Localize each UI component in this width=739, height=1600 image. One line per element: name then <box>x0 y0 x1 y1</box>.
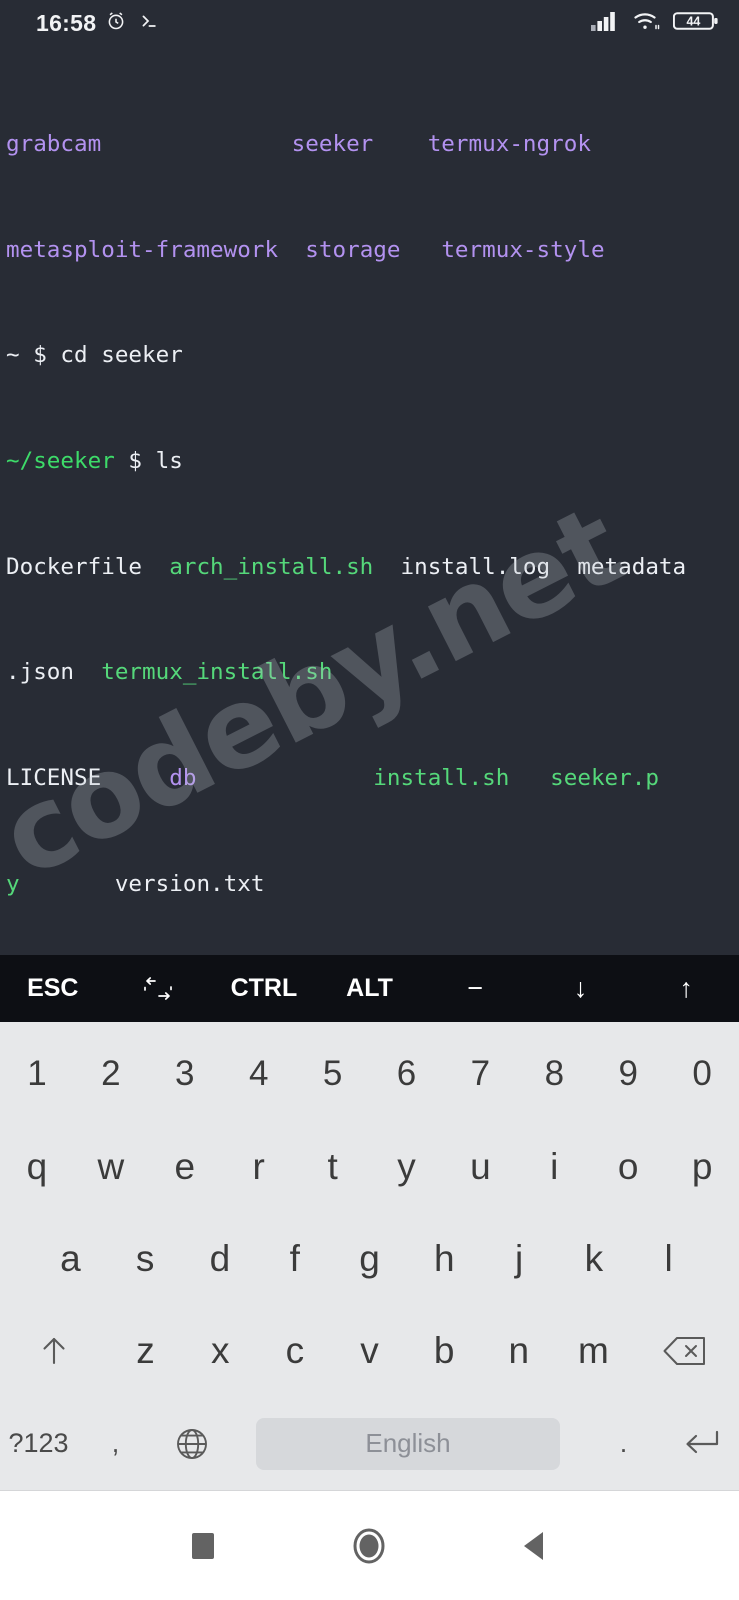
key-9[interactable]: 9 <box>591 1028 665 1120</box>
key-m[interactable]: m <box>556 1305 631 1397</box>
key-u[interactable]: u <box>443 1120 517 1212</box>
android-screen: 16:58 44 grabcam seeker termux-ngrok met… <box>0 0 739 1600</box>
key-x[interactable]: x <box>183 1305 258 1397</box>
key-n[interactable]: n <box>481 1305 556 1397</box>
status-bar-clock: 16:58 <box>36 10 97 36</box>
keyboard-row-zxcv: z x c v b n m <box>0 1305 739 1397</box>
key-4[interactable]: 4 <box>222 1028 296 1120</box>
enter-icon[interactable] <box>662 1398 739 1490</box>
comma-key[interactable]: , <box>77 1398 154 1490</box>
soft-keyboard[interactable]: 1 2 3 4 5 6 7 8 9 0 q w e r t y u i o p … <box>0 1022 739 1490</box>
key-1[interactable]: 1 <box>0 1028 74 1120</box>
battery-level: 44 <box>686 14 700 28</box>
key-j[interactable]: j <box>482 1213 557 1305</box>
globe-icon[interactable] <box>154 1398 231 1490</box>
prompt-path: ~/seeker <box>6 448 115 475</box>
file-termux-install-sh: termux_install.sh <box>101 659 333 686</box>
file-seeker-py-part1: seeker.p <box>550 764 659 791</box>
key-p[interactable]: p <box>665 1120 739 1212</box>
key-c[interactable]: c <box>258 1305 333 1397</box>
status-bar: 16:58 44 <box>0 0 739 47</box>
dir-termux-ngrok: termux-ngrok <box>427 131 591 158</box>
dir-metasploit-framework: metasploit-framework <box>6 236 279 263</box>
key-s[interactable]: s <box>108 1213 183 1305</box>
keyboard-row-bottom: ?123 , English . <box>0 1398 739 1490</box>
file-arch-install-sh: arch_install.sh <box>169 553 374 580</box>
file-seeker-py-part2: y <box>6 870 20 897</box>
period-key[interactable]: . <box>585 1398 662 1490</box>
terminal-line-cmd-ls: ~/seeker $ ls <box>6 448 183 475</box>
symbols-key[interactable]: ?123 <box>0 1398 77 1490</box>
back-triangle-icon[interactable] <box>491 1501 581 1591</box>
backspace-icon[interactable] <box>631 1305 739 1397</box>
keyboard-row-numbers: 1 2 3 4 5 6 7 8 9 0 <box>0 1028 739 1120</box>
key-o[interactable]: o <box>591 1120 665 1212</box>
key-3[interactable]: 3 <box>148 1028 222 1120</box>
key-v[interactable]: v <box>332 1305 407 1397</box>
space-key[interactable]: English <box>231 1398 585 1490</box>
recents-square-icon[interactable] <box>158 1501 248 1591</box>
key-5[interactable]: 5 <box>296 1028 370 1120</box>
terminal-line-cmd-cd: ~ $ cd seeker <box>6 342 733 368</box>
key-2[interactable]: 2 <box>74 1028 148 1120</box>
terminal-line-ls-1: Dockerfile arch_install.sh install.log m… <box>6 553 687 580</box>
key-y[interactable]: y <box>370 1120 444 1212</box>
keyboard-row-asdf: a s d f g h j k l <box>0 1213 739 1305</box>
arrow-down-key[interactable]: ↓ <box>528 955 634 1022</box>
shift-icon[interactable] <box>0 1305 108 1397</box>
key-8[interactable]: 8 <box>517 1028 591 1120</box>
keyboard-row-qwerty: q w e r t y u i o p <box>0 1120 739 1212</box>
terminal-line-ls-2: .json termux_install.sh <box>6 659 333 686</box>
cellular-signal-icon <box>591 9 621 38</box>
status-bar-left: 16:58 <box>36 10 160 37</box>
prompt-home: ~ $ <box>6 342 61 369</box>
key-7[interactable]: 7 <box>443 1028 517 1120</box>
key-d[interactable]: d <box>183 1213 258 1305</box>
key-0[interactable]: 0 <box>665 1028 739 1120</box>
key-r[interactable]: r <box>222 1120 296 1212</box>
dir-db: db <box>169 764 197 791</box>
terminal-line-ls-3: LICENSE db install.sh seeker.p <box>6 764 659 791</box>
home-circle-icon[interactable] <box>324 1501 414 1591</box>
wifi-icon <box>632 9 662 38</box>
file-install-sh: install.sh <box>373 764 510 791</box>
battery-icon: 44 <box>672 9 719 38</box>
key-a[interactable]: a <box>33 1213 108 1305</box>
dir-storage: storage <box>305 236 401 263</box>
space-key-label: English <box>255 1417 561 1470</box>
termux-extra-keys-row: ESC CTRL ALT − ↓ ↑ <box>0 955 739 1022</box>
key-e[interactable]: e <box>148 1120 222 1212</box>
tab-key[interactable] <box>106 955 212 1022</box>
cmd-ls: ls <box>155 448 183 475</box>
terminal-line-home-listing-1: grabcam seeker termux-ngrok <box>6 131 733 157</box>
terminal-line-ls-4: y version.txt <box>6 870 265 897</box>
key-6[interactable]: 6 <box>370 1028 444 1120</box>
key-h[interactable]: h <box>407 1213 482 1305</box>
esc-key[interactable]: ESC <box>0 955 106 1022</box>
ctrl-key[interactable]: CTRL <box>211 955 317 1022</box>
key-k[interactable]: k <box>556 1213 631 1305</box>
arrow-up-key[interactable]: ↑ <box>633 955 739 1022</box>
dir-grabcam: grabcam <box>6 131 102 158</box>
key-w[interactable]: w <box>74 1120 148 1212</box>
dir-seeker: seeker <box>291 131 374 158</box>
minus-key[interactable]: − <box>422 955 528 1022</box>
key-f[interactable]: f <box>257 1213 332 1305</box>
android-navigation-bar <box>0 1490 739 1600</box>
key-q[interactable]: q <box>0 1120 74 1212</box>
dir-termux-style: termux-style <box>441 236 605 263</box>
termux-prompt-icon <box>136 10 160 37</box>
status-bar-right: 44 <box>591 9 719 38</box>
cmd-cd-seeker: cd seeker <box>60 342 183 369</box>
alarm-clock-icon <box>105 10 127 37</box>
key-g[interactable]: g <box>332 1213 407 1305</box>
key-b[interactable]: b <box>407 1305 482 1397</box>
key-t[interactable]: t <box>296 1120 370 1212</box>
terminal-output[interactable]: grabcam seeker termux-ngrok metasploit-f… <box>0 47 739 955</box>
key-i[interactable]: i <box>517 1120 591 1212</box>
key-l[interactable]: l <box>631 1213 706 1305</box>
key-z[interactable]: z <box>108 1305 183 1397</box>
alt-key[interactable]: ALT <box>317 955 423 1022</box>
terminal-line-home-listing-2: metasploit-framework storage termux-styl… <box>6 237 733 263</box>
